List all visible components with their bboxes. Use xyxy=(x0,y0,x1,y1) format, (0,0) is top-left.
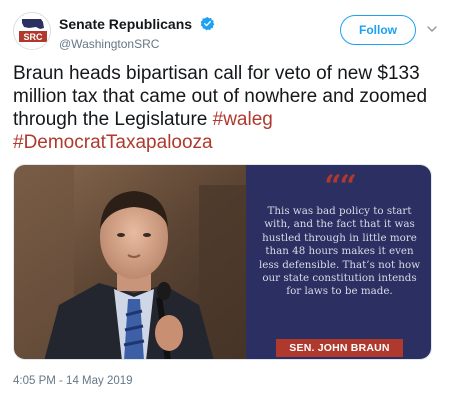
chevron-down-icon[interactable] xyxy=(426,23,438,35)
follow-button[interactable]: Follow xyxy=(340,15,416,45)
avatar[interactable]: SRC xyxy=(13,12,51,50)
quote-attribution: SEN. JOHN BRAUN xyxy=(276,339,403,357)
hashtag-waleg[interactable]: #waleg xyxy=(213,109,273,130)
avatar-label: SRC xyxy=(23,32,43,42)
quote-mark-icon: ““ xyxy=(324,169,357,204)
tweet-text: Braun heads bipartisan call for veto of … xyxy=(13,62,438,154)
quote-panel: ““ This was bad policy to start with, an… xyxy=(246,165,431,359)
senator-photo xyxy=(14,165,262,359)
tweet-media[interactable]: ““ This was bad policy to start with, an… xyxy=(13,164,432,360)
src-logo: SRC xyxy=(14,13,50,49)
account-names: Senate Republicans @WashingtonSRC xyxy=(59,15,215,51)
tweet-header: SRC Senate Republicans @WashingtonSRC Fo… xyxy=(13,12,438,54)
quote-text: This was bad policy to start with, and t… xyxy=(258,205,421,298)
verified-badge-icon xyxy=(200,17,214,31)
handle[interactable]: @WashingtonSRC xyxy=(59,37,215,51)
tweet-timestamp[interactable]: 4:05 PM - 14 May 2019 xyxy=(13,375,133,387)
display-name[interactable]: Senate Republicans xyxy=(59,16,192,32)
hashtag-democrattaxapalooza[interactable]: #DemocratTaxapalooza xyxy=(13,132,213,153)
